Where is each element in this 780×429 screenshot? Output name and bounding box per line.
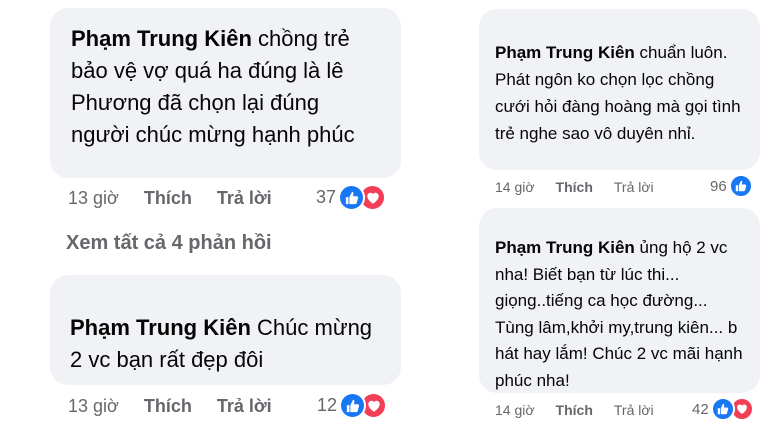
like-button[interactable]: Thích (144, 188, 192, 209)
reaction-summary[interactable]: 96 (710, 174, 753, 198)
reaction-count: 42 (692, 400, 709, 418)
comment-bubble: Phạm Trung Kiên ủng hộ 2 vc nha! Biết bạ… (479, 208, 760, 393)
reply-button[interactable]: Trả lời (614, 179, 654, 195)
comment-time[interactable]: 13 giờ (68, 396, 119, 417)
like-button[interactable]: Thích (144, 396, 192, 417)
reaction-count: 96 (710, 177, 727, 195)
like-icon (710, 397, 735, 421)
reaction-summary[interactable]: 12 (317, 392, 388, 419)
reaction-count: 37 (316, 187, 337, 207)
reaction-count: 12 (317, 395, 338, 415)
comment-text: ủng hộ 2 vc nha! Biết bạn từ lúc thi... … (495, 238, 743, 390)
comment-bubble: Phạm Trung Kiên chồng trẻ bảo vệ vợ quá … (50, 8, 401, 178)
like-icon (339, 392, 367, 419)
comment-actions: 14 giờ Thích Trả lời (495, 179, 654, 195)
reply-button[interactable]: Trả lời (217, 396, 272, 417)
comment-author[interactable]: Phạm Trung Kiên (71, 26, 252, 51)
comment-time[interactable]: 14 giờ (495, 402, 535, 418)
like-icon (338, 184, 366, 211)
comment-actions: 14 giờ Thích Trả lời (495, 402, 654, 418)
comment-time[interactable]: 13 giờ (68, 188, 119, 209)
comment-author[interactable]: Phạm Trung Kiên (495, 238, 635, 257)
like-button[interactable]: Thích (556, 402, 593, 418)
comment-author[interactable]: Phạm Trung Kiên (70, 315, 251, 340)
reaction-summary[interactable]: 37 (316, 184, 387, 211)
see-all-replies-link[interactable]: Xem tất cả 4 phản hồi (66, 232, 272, 255)
like-button[interactable]: Thích (556, 179, 593, 195)
comment-time[interactable]: 14 giờ (495, 179, 535, 195)
comment-actions: 13 giờ Thích Trả lời (68, 396, 272, 417)
like-icon (728, 174, 753, 198)
reaction-summary[interactable]: 42 (692, 397, 754, 421)
comment-actions: 13 giờ Thích Trả lời (68, 188, 272, 209)
reply-button[interactable]: Trả lời (614, 402, 654, 418)
comment-bubble: Phạm Trung Kiên chuẩn luôn. Phát ngôn ko… (479, 9, 760, 170)
comment-author[interactable]: Phạm Trung Kiên (495, 43, 635, 62)
comment-bubble: Phạm Trung Kiên Chúc mừng 2 vc bạn rất đ… (50, 275, 401, 385)
reply-button[interactable]: Trả lời (217, 188, 272, 209)
